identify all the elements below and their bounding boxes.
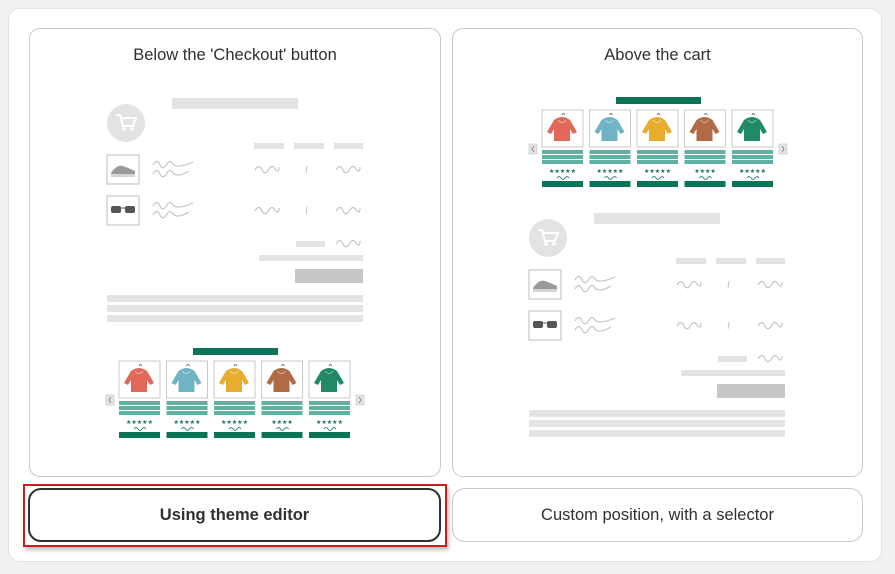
chevron-left-icon	[105, 394, 115, 406]
cart-icon	[529, 219, 567, 257]
svg-text:★★★★★: ★★★★★	[739, 168, 766, 175]
custom-position-option[interactable]: Custom position, with a selector	[452, 488, 863, 542]
chevron-left-icon	[528, 143, 538, 155]
svg-text:★★★★★: ★★★★★	[549, 168, 576, 175]
cart-icon	[107, 104, 145, 142]
svg-text:★★★★: ★★★★	[271, 419, 293, 426]
chevron-right-icon	[355, 394, 365, 406]
svg-text:★★★★★: ★★★★★	[221, 419, 248, 426]
option-label: Custom position, with a selector	[541, 505, 774, 524]
using-theme-editor-option[interactable]: Using theme editor	[28, 488, 441, 542]
above-cart-illustration: ★★★★★ ★★★★★ ★★★★★ ★★★★ ★★★★★	[528, 97, 788, 437]
chevron-right-icon	[778, 143, 788, 155]
placement-card-below-checkout[interactable]: Below the 'Checkout' button ★★★★★ ★★★★★ ★★…	[29, 28, 441, 477]
svg-text:★★★★: ★★★★	[694, 168, 716, 175]
svg-text:★★★★★: ★★★★★	[316, 419, 343, 426]
svg-text:★★★★★: ★★★★★	[126, 419, 153, 426]
svg-text:★★★★★: ★★★★★	[597, 168, 624, 175]
svg-text:★★★★★: ★★★★★	[644, 168, 671, 175]
option-label: Using theme editor	[159, 505, 310, 524]
below-checkout-illustration: ★★★★★ ★★★★★ ★★★★★ ★★★★ ★★★★★	[105, 98, 365, 438]
placement-card-above-cart[interactable]: Above the cart ★★★★★ ★★★★★ ★★★★★ ★★★★ ★★★★★	[452, 28, 863, 477]
svg-text:★★★★★: ★★★★★	[174, 419, 201, 426]
